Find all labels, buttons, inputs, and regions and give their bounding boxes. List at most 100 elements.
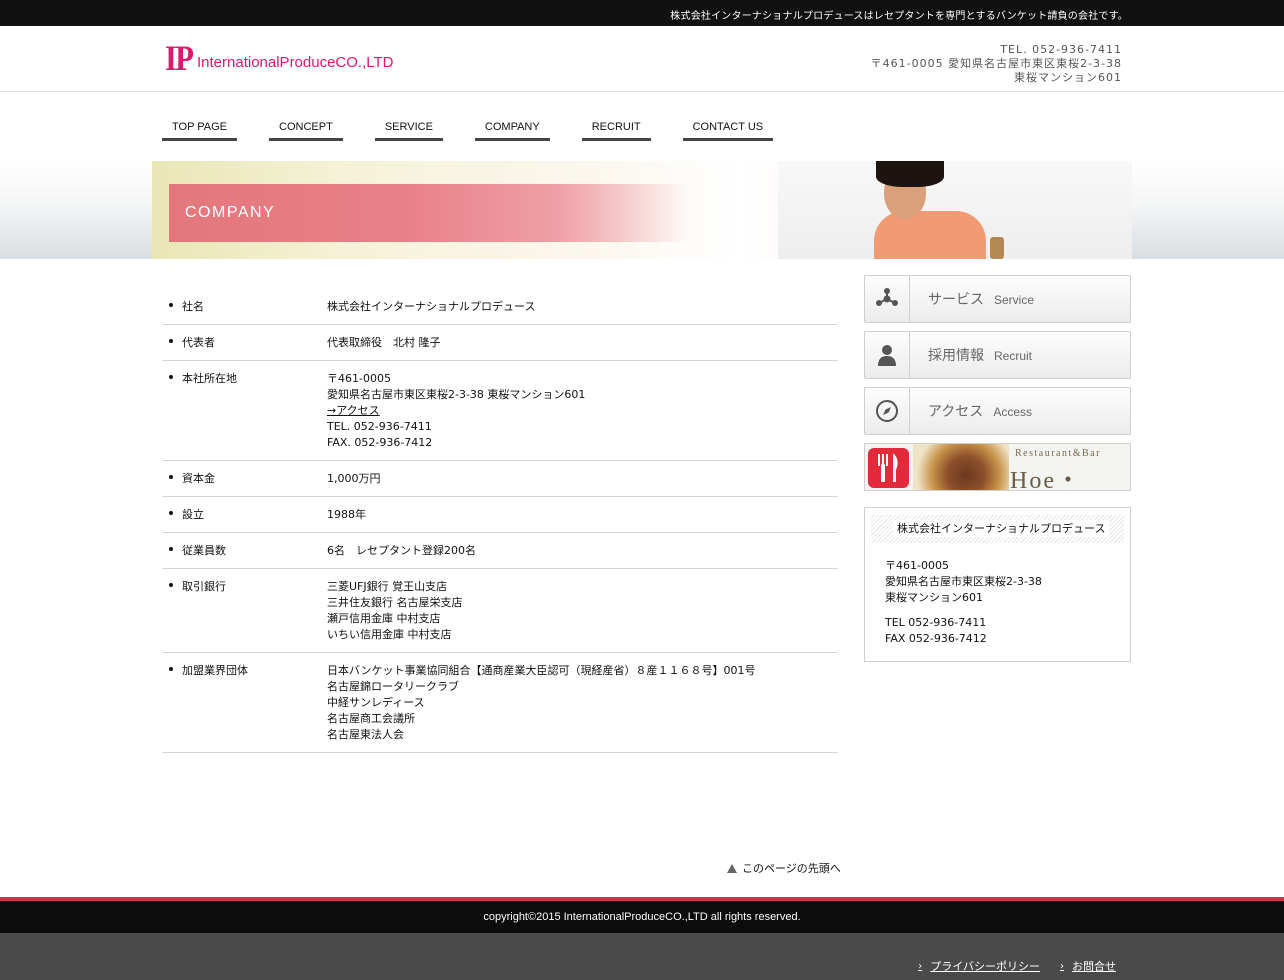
service-button-sub: Service <box>994 293 1035 307</box>
nav-service[interactable]: SERVICE <box>374 120 443 141</box>
table-row: 取引銀行 三菱UFJ銀行 覚王山支店 三井住友銀行 名古屋栄支店 瀬戸信用金庫 … <box>162 569 837 653</box>
access-button-sub: Access <box>993 405 1032 419</box>
company-box-phone: TEL 052-936-7411 FAX 052-936-7412 <box>871 615 1124 647</box>
service-button[interactable]: サービス Service <box>864 275 1131 323</box>
banner-subtitle: Restaurant&Bar <box>1015 448 1101 459</box>
value-line: 1988年 <box>327 508 366 521</box>
access-link[interactable]: →アクセス <box>327 404 380 417</box>
company-box-address: 〒461-0005 愛知県名古屋市東区東桜2-3-38 東桜マンション601 <box>871 558 1124 606</box>
value-line: 中経サンレディース <box>327 696 425 709</box>
table-row: 社名 株式会社インターナショナルプロデュース <box>162 289 837 325</box>
restaurant-banner[interactable]: Restaurant&Bar Hoe・Ever <box>864 443 1131 491</box>
nav-concept[interactable]: CONCEPT <box>269 120 343 141</box>
value-line: 日本バンケット事業協同組合【通商産業大臣認可（現経産省）８産１１６８号】001号 <box>327 664 756 677</box>
hero-banner: COMPANY <box>152 161 1132 259</box>
table-row: 資本金 1,000万円 <box>162 461 837 497</box>
company-box-addr2: 東桜マンション601 <box>885 591 983 604</box>
value-line: 三井住友銀行 名古屋栄支店 <box>327 596 463 609</box>
footer: copyright©2015 InternationalProduceCO.,L… <box>0 901 1284 933</box>
main-nav: TOP PAGE CONCEPT SERVICE COMPANY RECRUIT… <box>162 120 805 141</box>
value-line: 代表取締役 北村 隆子 <box>327 336 441 349</box>
hero-photo <box>778 161 1132 259</box>
copyright: copyright©2015 InternationalProduceCO.,L… <box>483 911 801 923</box>
banner-title: Hoe・Ever <box>1010 468 1082 491</box>
company-box-addr1: 愛知県名古屋市東区東桜2-3-38 <box>885 575 1042 588</box>
nav-company[interactable]: COMPANY <box>474 120 550 141</box>
nav-recruit[interactable]: RECRUIT <box>581 120 651 141</box>
page-top-link[interactable]: このページの先頭へ <box>727 860 841 876</box>
kimono-figure <box>874 211 986 259</box>
table-row: 代表者 代表取締役 北村 隆子 <box>162 325 837 361</box>
row-value: 〒461-0005 愛知県名古屋市東区東桜2-3-38 東桜マンション601 →… <box>327 371 837 451</box>
header-address-line2: 東桜マンション601 <box>1014 71 1122 84</box>
row-value: 1988年 <box>327 507 837 523</box>
fork-knife-icon <box>868 448 909 488</box>
row-label: 取引銀行 <box>162 579 327 643</box>
value-line: TEL. 052-936-7411 <box>327 420 432 433</box>
service-button-label: サービス <box>928 291 984 307</box>
value-line: 名古屋錦ロータリークラブ <box>327 680 459 693</box>
inquiry-link[interactable]: › お問合せ <box>1060 958 1116 974</box>
header-address-line1: 〒461-0005 愛知県名古屋市東区東桜2-3-38 <box>870 57 1122 70</box>
recruit-button-sub: Recruit <box>994 349 1033 363</box>
site-tagline: 株式会社インターナショナルプロデュースはレセプタントを専門とするバンケット請負の… <box>670 11 1128 22</box>
value-line: 株式会社インターナショナルプロデュース <box>327 300 536 313</box>
value-line: 三菱UFJ銀行 覚王山支店 <box>327 580 448 593</box>
company-box-zip: 〒461-0005 <box>885 559 949 572</box>
chevron-right-icon: › <box>1060 960 1064 972</box>
row-value: 株式会社インターナショナルプロデュース <box>327 299 837 315</box>
sidebar: サービス Service 採用情報 Recruit アクセス Access Re… <box>864 275 1131 662</box>
nav-top-page[interactable]: TOP PAGE <box>162 120 238 141</box>
row-value: 1,000万円 <box>327 471 837 487</box>
up-triangle-icon <box>727 863 737 873</box>
access-button-label: アクセス <box>928 403 984 419</box>
row-value: 三菱UFJ銀行 覚王山支店 三井住友銀行 名古屋栄支店 瀬戸信用金庫 中村支店 … <box>327 579 837 643</box>
header-tel: TEL. 052-936-7411 <box>1000 43 1122 56</box>
steak-photo <box>913 444 1009 490</box>
row-value: 6名 レセプタント登録200名 <box>327 543 837 559</box>
footer-links-bar: › プライバシーポリシー › お問合せ <box>0 933 1284 980</box>
header-contact: TEL. 052-936-7411 〒461-0005 愛知県名古屋市東区東桜2… <box>871 43 1122 85</box>
chair-back <box>990 237 1004 259</box>
logo-name: InternationalProduceCO.,LTD <box>197 54 394 71</box>
row-label: 社名 <box>162 299 327 315</box>
page-top-label: このページの先頭へ <box>742 862 841 875</box>
site-logo[interactable]: IP InternationalProduceCO.,LTD <box>165 38 394 78</box>
table-row: 設立 1988年 <box>162 497 837 533</box>
company-box-tel: TEL 052-936-7411 <box>885 616 987 629</box>
value-line: 愛知県名古屋市東区東桜2-3-38 東桜マンション601 <box>327 388 586 401</box>
value-line: 名古屋商工会議所 <box>327 712 415 725</box>
row-value: 代表取締役 北村 隆子 <box>327 335 837 351</box>
company-box-title: 株式会社インターナショナルプロデュース <box>871 515 1124 543</box>
top-bar: 株式会社インターナショナルプロデュースはレセプタントを専門とするバンケット請負の… <box>0 0 1284 26</box>
nav-contact-us[interactable]: CONTACT US <box>682 120 774 141</box>
company-box-fax: FAX 052-936-7412 <box>885 632 987 645</box>
value-line: 名古屋東法人会 <box>327 728 404 741</box>
logo-mark: IP <box>165 38 194 78</box>
figure-hair <box>876 161 944 187</box>
value-line: FAX. 052-936-7412 <box>327 436 433 449</box>
table-row: 従業員数 6名 レセプタント登録200名 <box>162 533 837 569</box>
recruit-button[interactable]: 採用情報 Recruit <box>864 331 1131 379</box>
page-title: COMPANY <box>185 204 276 221</box>
value-line: いちい信用金庫 中村支店 <box>327 628 452 641</box>
privacy-policy-link[interactable]: › プライバシーポリシー <box>918 958 1040 974</box>
row-label: 従業員数 <box>162 543 327 559</box>
chevron-right-icon: › <box>918 960 923 972</box>
site-header: IP InternationalProduceCO.,LTD TEL. 052-… <box>0 26 1284 92</box>
row-label: 代表者 <box>162 335 327 351</box>
row-value: 日本バンケット事業協同組合【通商産業大臣認可（現経産省）８産１１６８号】001号… <box>327 663 837 743</box>
access-button[interactable]: アクセス Access <box>864 387 1131 435</box>
company-box: 株式会社インターナショナルプロデュース 〒461-0005 愛知県名古屋市東区東… <box>864 507 1131 662</box>
value-line: 瀬戸信用金庫 中村支店 <box>327 612 441 625</box>
network-icon <box>865 276 910 322</box>
company-info-table: 社名 株式会社インターナショナルプロデュース 代表者 代表取締役 北村 隆子 本… <box>162 289 837 753</box>
table-row: 加盟業界団体 日本バンケット事業協同組合【通商産業大臣認可（現経産省）８産１１６… <box>162 653 837 753</box>
row-label: 設立 <box>162 507 327 523</box>
value-line: 〒461-0005 <box>327 372 391 385</box>
recruit-button-label: 採用情報 <box>928 347 984 363</box>
row-label: 資本金 <box>162 471 327 487</box>
compass-icon <box>865 388 910 434</box>
person-icon <box>865 332 910 378</box>
row-label: 加盟業界団体 <box>162 663 327 743</box>
